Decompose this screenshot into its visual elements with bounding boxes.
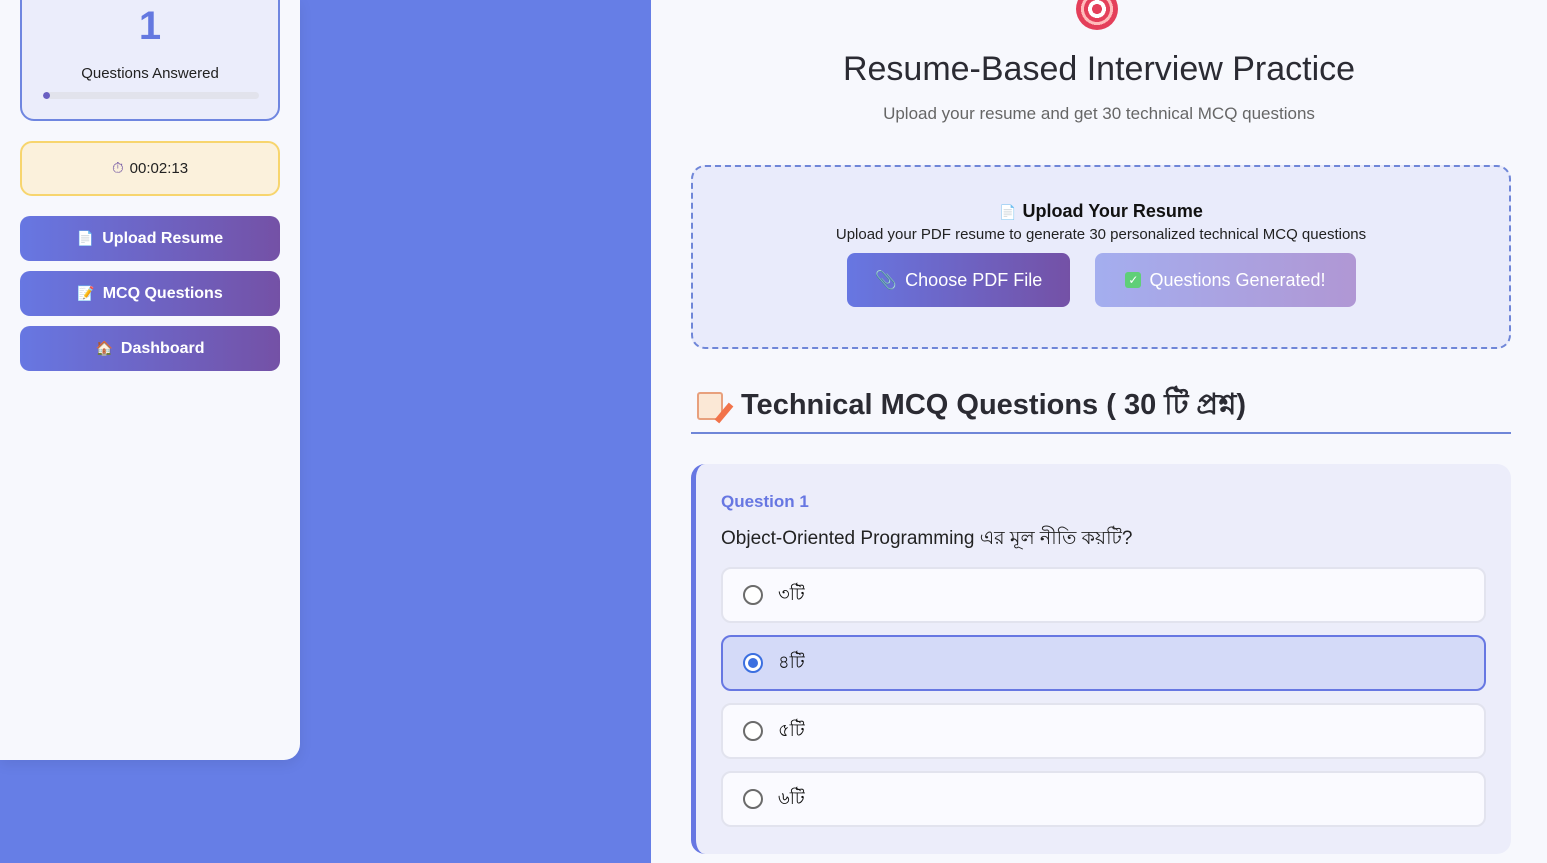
radio-button[interactable] bbox=[743, 789, 763, 809]
section-title-text: Technical MCQ Questions ( 30 টি প্রশ্ন) bbox=[741, 388, 1246, 421]
page-icon: 📄 bbox=[999, 204, 1017, 220]
progress-bar bbox=[43, 92, 259, 99]
house-icon: 🏠 bbox=[95, 340, 113, 356]
option-label: ৪টি bbox=[778, 651, 805, 672]
target-icon bbox=[1076, 0, 1118, 30]
answer-option[interactable]: ৪টি bbox=[721, 635, 1486, 691]
option-label: ৫টি bbox=[778, 719, 805, 740]
main-panel: Resume-Based Interview Practice Upload y… bbox=[651, 0, 1547, 863]
answered-label: Questions Answered bbox=[81, 65, 219, 82]
radio-button[interactable] bbox=[743, 721, 763, 741]
questions-generated-label: Questions Generated! bbox=[1149, 269, 1326, 290]
memo-icon: 📝 bbox=[77, 285, 95, 301]
dashboard-button[interactable]: 🏠 Dashboard bbox=[20, 326, 280, 371]
sidebar: 1 Questions Answered ⏱ 00:02:13 📄 Upload… bbox=[0, 0, 300, 760]
upload-description: Upload your PDF resume to generate 30 pe… bbox=[835, 226, 1367, 243]
upload-title-text: Upload Your Resume bbox=[1022, 201, 1203, 221]
choose-pdf-label: Choose PDF File bbox=[905, 269, 1043, 290]
dashboard-label: Dashboard bbox=[120, 339, 205, 357]
page-icon: 📄 bbox=[76, 230, 95, 246]
option-label: ৬টি bbox=[778, 787, 805, 808]
question-text: Object-Oriented Programming এর মূল নীতি … bbox=[721, 528, 1133, 549]
upload-dropzone[interactable]: 📄 Upload Your Resume Upload your PDF resu… bbox=[691, 165, 1511, 349]
answer-option[interactable]: ৬টি bbox=[721, 771, 1486, 827]
timer: ⏱ 00:02:13 bbox=[20, 141, 280, 196]
answered-count: 1 bbox=[138, 4, 162, 48]
section-heading: Technical MCQ Questions ( 30 টি প্রশ্ন) bbox=[691, 380, 1511, 434]
paperclip-icon: 📎 bbox=[874, 269, 898, 290]
page-title: Resume-Based Interview Practice bbox=[842, 50, 1356, 88]
stopwatch-icon: ⏱ bbox=[111, 160, 124, 177]
timer-value: 00:02:13 bbox=[129, 160, 189, 177]
mcq-questions-button[interactable]: 📝 MCQ Questions bbox=[20, 271, 280, 316]
upload-title: 📄 Upload Your Resume bbox=[693, 201, 1509, 222]
answer-option[interactable]: ৩টি bbox=[721, 567, 1486, 623]
choose-pdf-button[interactable]: 📎 Choose PDF File bbox=[847, 253, 1070, 307]
upload-resume-label: Upload Resume bbox=[102, 229, 224, 247]
radio-button[interactable] bbox=[743, 585, 763, 605]
page-subtitle: Upload your resume and get 30 technical … bbox=[883, 104, 1315, 123]
option-label: ৩টি bbox=[778, 583, 805, 604]
progress-fill bbox=[43, 92, 51, 99]
question-card: Question 1 Object-Oriented Programming এ… bbox=[691, 464, 1511, 854]
mcq-questions-label: MCQ Questions bbox=[102, 284, 223, 302]
answer-option[interactable]: ৫টি bbox=[721, 703, 1486, 759]
memo-icon bbox=[697, 392, 723, 420]
check-icon: ✓ bbox=[1125, 272, 1142, 288]
radio-button[interactable] bbox=[743, 653, 763, 673]
question-number: Question 1 bbox=[721, 492, 809, 511]
stats-card: 1 Questions Answered bbox=[20, 0, 280, 121]
questions-generated-button[interactable]: ✓ Questions Generated! bbox=[1095, 253, 1356, 307]
upload-resume-button[interactable]: 📄 Upload Resume bbox=[20, 216, 280, 261]
